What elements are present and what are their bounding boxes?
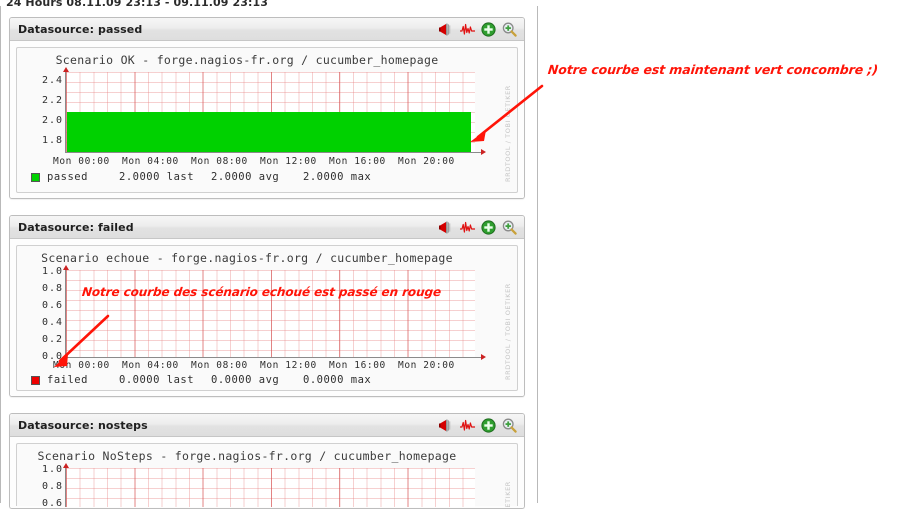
annotation-red-curve: Notre courbe des scénario echoué est pas… [81, 285, 442, 299]
y-tick: 1.0 [41, 464, 63, 475]
legend-max: 2.0000 max [303, 171, 372, 183]
megaphone-icon[interactable] [438, 417, 455, 434]
panel-title-passed: Datasource: passed [18, 22, 143, 36]
add-green-icon[interactable] [480, 21, 497, 38]
rrd-graph-failed[interactable]: Scenario echoue - forge.nagios-fr.org / … [16, 245, 518, 391]
y-axis-arrow [63, 67, 69, 72]
zoom-in-icon[interactable] [501, 21, 518, 38]
y-axis-nosteps: 1.0 0.8 0.6 [17, 444, 63, 509]
plot-area-failed [65, 270, 475, 357]
zoom-in-icon[interactable] [501, 219, 518, 236]
panel-title-failed: Datasource: failed [18, 220, 134, 234]
rrd-graph-nosteps[interactable]: Scenario NoSteps - forge.nagios-fr.org /… [16, 443, 518, 509]
x-tick: Mon 20:00 [398, 156, 455, 167]
legend-last: 2.0000 last [119, 171, 195, 183]
x-tick: Mon 04:00 [122, 360, 179, 371]
panel-toolbar-nosteps [438, 417, 518, 434]
x-tick: Mon 16:00 [329, 360, 386, 371]
megaphone-icon[interactable] [438, 219, 455, 236]
rrdtool-watermark: RRDTOOL / TOBI OETIKER [503, 448, 514, 508]
y-tick: 0.8 [41, 283, 63, 294]
x-axis-arrow [481, 149, 486, 155]
graph-column: Datasource: passed Scenario OK - forge.n… [0, 6, 538, 509]
plot-area-nosteps [65, 468, 475, 507]
legend-failed: failed 0.0000 last 0.0000 avg 0.0000 max [31, 374, 395, 386]
legend-avg: 2.0000 avg [211, 171, 280, 183]
legend-label: failed [47, 374, 88, 386]
rrd-graph-passed[interactable]: Scenario OK - forge.nagios-fr.org / cucu… [16, 47, 518, 193]
graph-title-passed: Scenario OK - forge.nagios-fr.org / cucu… [55, 53, 439, 67]
y-tick: 0.8 [41, 481, 63, 492]
x-tick: Mon 20:00 [398, 360, 455, 371]
x-tick: Mon 12:00 [260, 360, 317, 371]
y-tick: 0.6 [41, 300, 63, 311]
y-tick: 0.4 [41, 317, 63, 328]
megaphone-icon[interactable] [438, 21, 455, 38]
x-tick: Mon 08:00 [191, 156, 248, 167]
x-tick: Mon 08:00 [191, 360, 248, 371]
panel-toolbar-failed [438, 219, 518, 236]
panel-body-nosteps: Scenario NoSteps - forge.nagios-fr.org /… [10, 437, 524, 509]
y-tick: 2.0 [41, 115, 63, 126]
y-axis-arrow [63, 265, 69, 270]
x-tick: Mon 12:00 [260, 156, 317, 167]
add-green-icon[interactable] [480, 219, 497, 236]
legend-swatch [31, 172, 40, 182]
panel-body-passed: Scenario OK - forge.nagios-fr.org / cucu… [10, 41, 524, 198]
x-tick: Mon 00:00 [53, 156, 110, 167]
pulse-icon[interactable] [459, 21, 476, 38]
y-tick: 1.0 [41, 266, 63, 277]
x-tick: Mon 04:00 [122, 156, 179, 167]
datasource-panel-passed: Datasource: passed Scenario OK - forge.n… [9, 17, 525, 199]
x-axis-passed [65, 152, 483, 153]
y-tick: 2.2 [41, 95, 63, 106]
y-tick: 0.6 [41, 498, 63, 509]
panel-header-failed: Datasource: failed [10, 216, 524, 239]
rrdtool-watermark: RRDTOOL / TOBI OETIKER [504, 283, 512, 380]
x-axis-arrow [481, 354, 486, 360]
legend-passed: passed 2.0000 last 2.0000 avg 2.0000 max [31, 171, 395, 183]
graph-title-nosteps: Scenario NoSteps - forge.nagios-fr.org /… [37, 449, 457, 463]
zoom-in-icon[interactable] [501, 417, 518, 434]
panel-header-nosteps: Datasource: nosteps [10, 414, 524, 437]
y-axis-arrow [63, 463, 69, 468]
panel-header-passed: Datasource: passed [10, 18, 524, 41]
legend-last: 0.0000 last [119, 374, 195, 386]
legend-max: 0.0000 max [303, 374, 372, 386]
x-tick: Mon 16:00 [329, 156, 386, 167]
add-green-icon[interactable] [480, 417, 497, 434]
panel-body-failed: Scenario echoue - forge.nagios-fr.org / … [10, 239, 524, 396]
pulse-icon[interactable] [459, 219, 476, 236]
graph-title-failed: Scenario echoue - forge.nagios-fr.org / … [41, 251, 453, 265]
x-tick: Mon 00:00 [53, 360, 110, 371]
rrdtool-watermark: RRDTOOL / TOBI OETIKER [504, 85, 512, 182]
pulse-icon[interactable] [459, 417, 476, 434]
panel-toolbar-passed [438, 21, 518, 38]
y-tick: 2.4 [41, 75, 63, 86]
legend-avg: 0.0000 avg [211, 374, 280, 386]
panel-title-nosteps: Datasource: nosteps [18, 418, 148, 432]
legend-swatch [31, 375, 40, 385]
legend-label: passed [47, 171, 88, 183]
series-area-passed [67, 112, 471, 152]
annotation-green-curve: Notre courbe est maintenant vert concomb… [547, 62, 879, 77]
y-tick: 1.8 [41, 135, 63, 146]
plot-area-passed [65, 72, 475, 152]
datasource-panel-failed: Datasource: failed Scenario echoue - for… [9, 215, 525, 397]
datasource-panel-nosteps: Datasource: nosteps Scenario NoSteps - f… [9, 413, 525, 509]
y-tick: 0.2 [41, 334, 63, 345]
x-axis-failed [65, 357, 483, 358]
